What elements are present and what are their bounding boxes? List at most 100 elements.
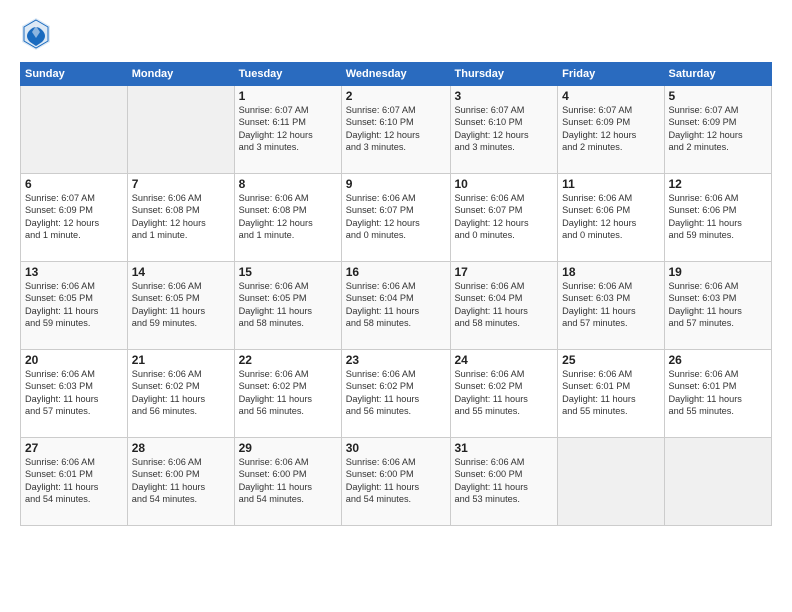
day-number: 26 <box>669 353 768 367</box>
day-number: 4 <box>562 89 659 103</box>
calendar-table: SundayMondayTuesdayWednesdayThursdayFrid… <box>20 62 772 526</box>
day-number: 18 <box>562 265 659 279</box>
calendar-cell: 5Sunrise: 6:07 AM Sunset: 6:09 PM Daylig… <box>664 86 772 174</box>
day-info: Sunrise: 6:06 AM Sunset: 6:07 PM Dayligh… <box>455 192 554 242</box>
day-info: Sunrise: 6:06 AM Sunset: 6:05 PM Dayligh… <box>25 280 123 330</box>
day-info: Sunrise: 6:07 AM Sunset: 6:09 PM Dayligh… <box>25 192 123 242</box>
day-info: Sunrise: 6:06 AM Sunset: 6:03 PM Dayligh… <box>562 280 659 330</box>
weekday-header-row: SundayMondayTuesdayWednesdayThursdayFrid… <box>21 63 772 86</box>
day-number: 10 <box>455 177 554 191</box>
calendar-cell: 25Sunrise: 6:06 AM Sunset: 6:01 PM Dayli… <box>558 350 664 438</box>
day-number: 2 <box>346 89 446 103</box>
day-number: 25 <box>562 353 659 367</box>
calendar-cell: 14Sunrise: 6:06 AM Sunset: 6:05 PM Dayli… <box>127 262 234 350</box>
calendar-cell: 30Sunrise: 6:06 AM Sunset: 6:00 PM Dayli… <box>341 438 450 526</box>
day-number: 19 <box>669 265 768 279</box>
calendar-cell: 2Sunrise: 6:07 AM Sunset: 6:10 PM Daylig… <box>341 86 450 174</box>
day-number: 12 <box>669 177 768 191</box>
calendar-cell: 6Sunrise: 6:07 AM Sunset: 6:09 PM Daylig… <box>21 174 128 262</box>
day-info: Sunrise: 6:06 AM Sunset: 6:06 PM Dayligh… <box>562 192 659 242</box>
calendar-cell: 26Sunrise: 6:06 AM Sunset: 6:01 PM Dayli… <box>664 350 772 438</box>
calendar-cell: 13Sunrise: 6:06 AM Sunset: 6:05 PM Dayli… <box>21 262 128 350</box>
weekday-header-friday: Friday <box>558 63 664 86</box>
weekday-header-thursday: Thursday <box>450 63 558 86</box>
calendar-cell: 18Sunrise: 6:06 AM Sunset: 6:03 PM Dayli… <box>558 262 664 350</box>
day-number: 11 <box>562 177 659 191</box>
day-info: Sunrise: 6:06 AM Sunset: 6:02 PM Dayligh… <box>346 368 446 418</box>
day-info: Sunrise: 6:06 AM Sunset: 6:01 PM Dayligh… <box>562 368 659 418</box>
day-info: Sunrise: 6:06 AM Sunset: 6:04 PM Dayligh… <box>455 280 554 330</box>
weekday-header-saturday: Saturday <box>664 63 772 86</box>
calendar-cell <box>558 438 664 526</box>
calendar-week-row: 1Sunrise: 6:07 AM Sunset: 6:11 PM Daylig… <box>21 86 772 174</box>
calendar-cell: 11Sunrise: 6:06 AM Sunset: 6:06 PM Dayli… <box>558 174 664 262</box>
day-number: 24 <box>455 353 554 367</box>
day-info: Sunrise: 6:06 AM Sunset: 6:06 PM Dayligh… <box>669 192 768 242</box>
calendar-cell: 3Sunrise: 6:07 AM Sunset: 6:10 PM Daylig… <box>450 86 558 174</box>
logo-icon <box>20 16 52 52</box>
calendar-header: SundayMondayTuesdayWednesdayThursdayFrid… <box>21 63 772 86</box>
day-info: Sunrise: 6:06 AM Sunset: 6:00 PM Dayligh… <box>239 456 337 506</box>
calendar-cell: 28Sunrise: 6:06 AM Sunset: 6:00 PM Dayli… <box>127 438 234 526</box>
logo <box>20 16 54 52</box>
calendar-cell: 19Sunrise: 6:06 AM Sunset: 6:03 PM Dayli… <box>664 262 772 350</box>
weekday-header-monday: Monday <box>127 63 234 86</box>
day-number: 30 <box>346 441 446 455</box>
day-number: 1 <box>239 89 337 103</box>
calendar-cell: 15Sunrise: 6:06 AM Sunset: 6:05 PM Dayli… <box>234 262 341 350</box>
calendar-body: 1Sunrise: 6:07 AM Sunset: 6:11 PM Daylig… <box>21 86 772 526</box>
weekday-header-tuesday: Tuesday <box>234 63 341 86</box>
calendar-cell: 22Sunrise: 6:06 AM Sunset: 6:02 PM Dayli… <box>234 350 341 438</box>
day-number: 22 <box>239 353 337 367</box>
day-info: Sunrise: 6:06 AM Sunset: 6:07 PM Dayligh… <box>346 192 446 242</box>
day-info: Sunrise: 6:06 AM Sunset: 6:08 PM Dayligh… <box>239 192 337 242</box>
day-number: 29 <box>239 441 337 455</box>
calendar-cell: 12Sunrise: 6:06 AM Sunset: 6:06 PM Dayli… <box>664 174 772 262</box>
day-info: Sunrise: 6:06 AM Sunset: 6:05 PM Dayligh… <box>132 280 230 330</box>
day-info: Sunrise: 6:06 AM Sunset: 6:01 PM Dayligh… <box>669 368 768 418</box>
day-info: Sunrise: 6:06 AM Sunset: 6:02 PM Dayligh… <box>239 368 337 418</box>
day-info: Sunrise: 6:06 AM Sunset: 6:05 PM Dayligh… <box>239 280 337 330</box>
day-number: 15 <box>239 265 337 279</box>
calendar-cell: 9Sunrise: 6:06 AM Sunset: 6:07 PM Daylig… <box>341 174 450 262</box>
day-info: Sunrise: 6:07 AM Sunset: 6:10 PM Dayligh… <box>346 104 446 154</box>
day-number: 21 <box>132 353 230 367</box>
day-info: Sunrise: 6:07 AM Sunset: 6:09 PM Dayligh… <box>562 104 659 154</box>
day-info: Sunrise: 6:06 AM Sunset: 6:02 PM Dayligh… <box>455 368 554 418</box>
calendar-cell: 7Sunrise: 6:06 AM Sunset: 6:08 PM Daylig… <box>127 174 234 262</box>
calendar-cell <box>127 86 234 174</box>
day-info: Sunrise: 6:06 AM Sunset: 6:02 PM Dayligh… <box>132 368 230 418</box>
calendar-cell: 31Sunrise: 6:06 AM Sunset: 6:00 PM Dayli… <box>450 438 558 526</box>
calendar-cell: 24Sunrise: 6:06 AM Sunset: 6:02 PM Dayli… <box>450 350 558 438</box>
calendar-cell: 16Sunrise: 6:06 AM Sunset: 6:04 PM Dayli… <box>341 262 450 350</box>
day-info: Sunrise: 6:06 AM Sunset: 6:03 PM Dayligh… <box>669 280 768 330</box>
day-number: 3 <box>455 89 554 103</box>
calendar-cell: 17Sunrise: 6:06 AM Sunset: 6:04 PM Dayli… <box>450 262 558 350</box>
day-number: 13 <box>25 265 123 279</box>
calendar-week-row: 6Sunrise: 6:07 AM Sunset: 6:09 PM Daylig… <box>21 174 772 262</box>
day-number: 17 <box>455 265 554 279</box>
day-info: Sunrise: 6:06 AM Sunset: 6:04 PM Dayligh… <box>346 280 446 330</box>
day-number: 31 <box>455 441 554 455</box>
day-info: Sunrise: 6:07 AM Sunset: 6:10 PM Dayligh… <box>455 104 554 154</box>
day-info: Sunrise: 6:07 AM Sunset: 6:09 PM Dayligh… <box>669 104 768 154</box>
calendar-cell: 27Sunrise: 6:06 AM Sunset: 6:01 PM Dayli… <box>21 438 128 526</box>
calendar-cell: 1Sunrise: 6:07 AM Sunset: 6:11 PM Daylig… <box>234 86 341 174</box>
calendar-cell: 8Sunrise: 6:06 AM Sunset: 6:08 PM Daylig… <box>234 174 341 262</box>
day-info: Sunrise: 6:06 AM Sunset: 6:00 PM Dayligh… <box>455 456 554 506</box>
calendar-cell: 20Sunrise: 6:06 AM Sunset: 6:03 PM Dayli… <box>21 350 128 438</box>
day-info: Sunrise: 6:06 AM Sunset: 6:03 PM Dayligh… <box>25 368 123 418</box>
calendar-cell: 29Sunrise: 6:06 AM Sunset: 6:00 PM Dayli… <box>234 438 341 526</box>
weekday-header-sunday: Sunday <box>21 63 128 86</box>
day-number: 20 <box>25 353 123 367</box>
day-number: 28 <box>132 441 230 455</box>
day-number: 16 <box>346 265 446 279</box>
day-info: Sunrise: 6:06 AM Sunset: 6:08 PM Dayligh… <box>132 192 230 242</box>
calendar-cell <box>21 86 128 174</box>
weekday-header-wednesday: Wednesday <box>341 63 450 86</box>
calendar-cell: 21Sunrise: 6:06 AM Sunset: 6:02 PM Dayli… <box>127 350 234 438</box>
calendar-cell: 4Sunrise: 6:07 AM Sunset: 6:09 PM Daylig… <box>558 86 664 174</box>
day-number: 9 <box>346 177 446 191</box>
day-info: Sunrise: 6:07 AM Sunset: 6:11 PM Dayligh… <box>239 104 337 154</box>
day-number: 14 <box>132 265 230 279</box>
